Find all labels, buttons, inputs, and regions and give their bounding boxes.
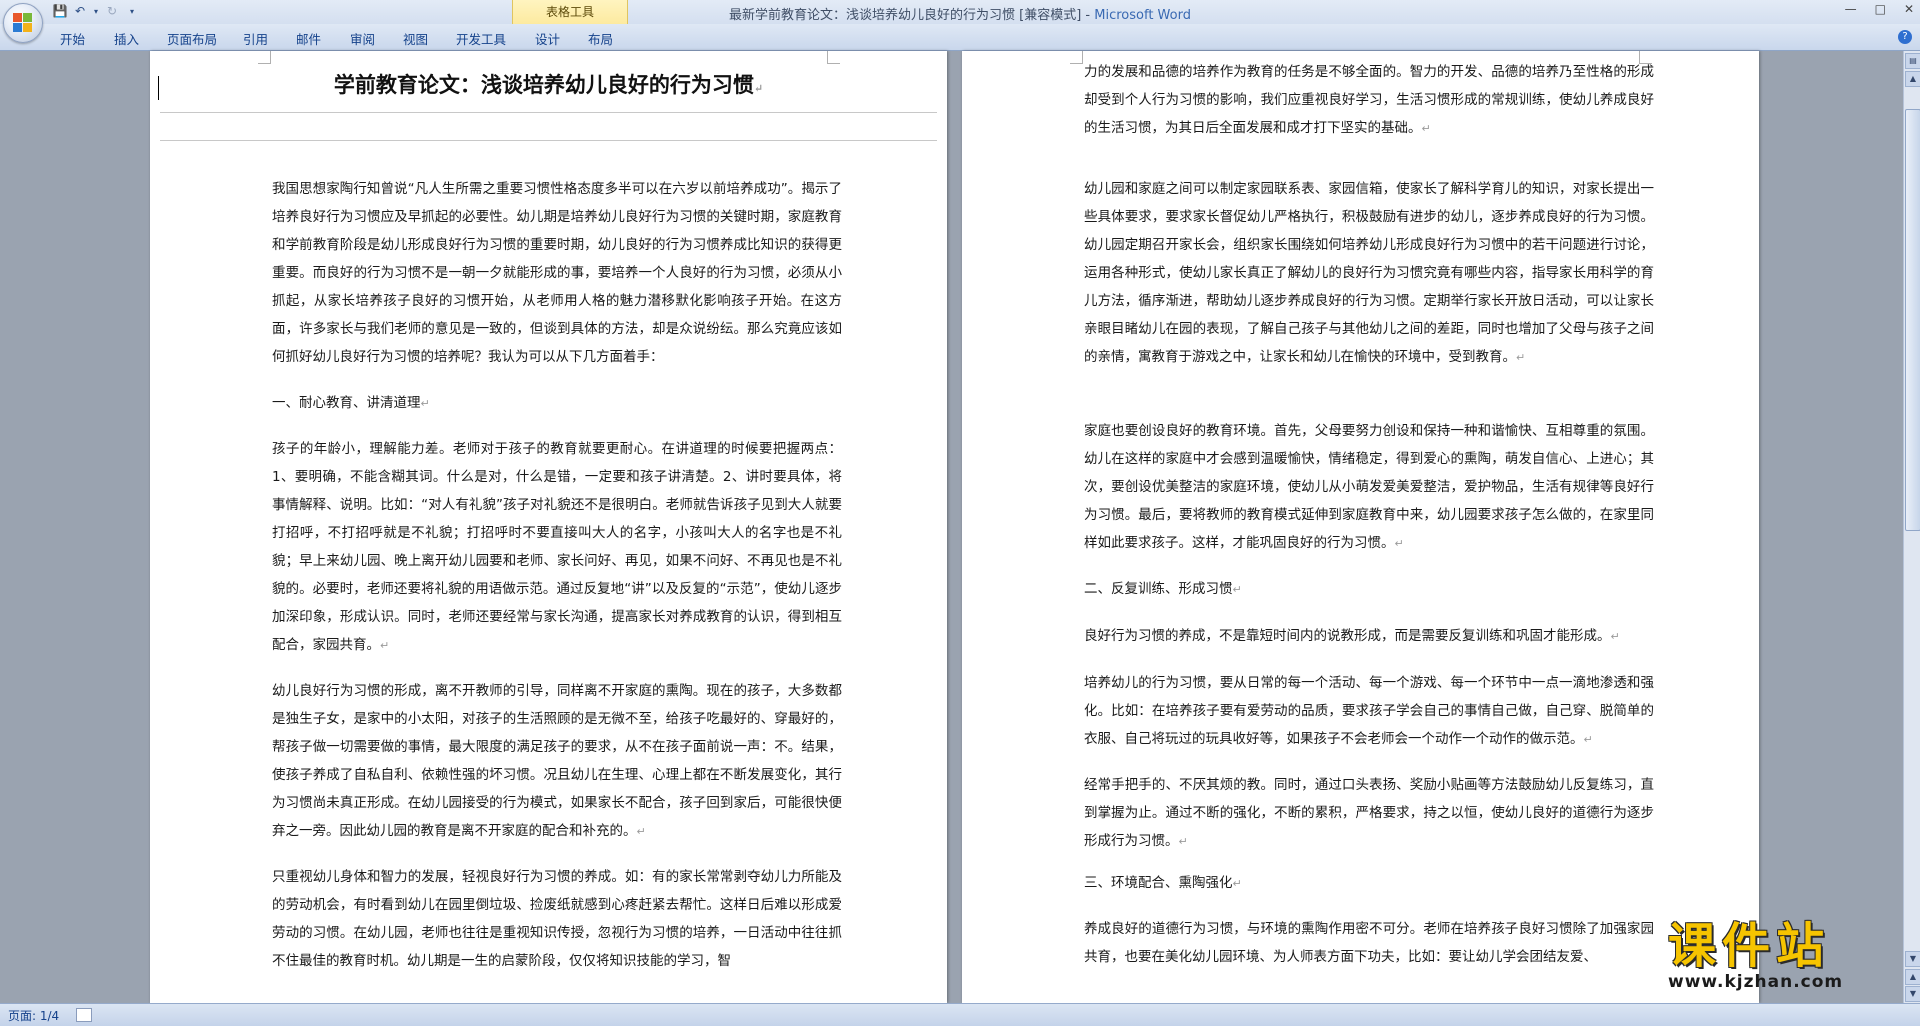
crop-mark	[258, 51, 271, 64]
paragraph-text: 力的发展和品德的培养作为教育的任务是不够全面的。智力的开发、品德的培养乃至性格的…	[1084, 64, 1654, 136]
close-icon[interactable]: ✕	[1904, 2, 1914, 16]
proofing-icon[interactable]	[76, 1008, 92, 1022]
ruler-toggle-icon[interactable]: ▤	[1905, 53, 1920, 69]
scrollbar-thumb[interactable]	[1905, 109, 1920, 531]
tab-review[interactable]: 审阅	[350, 29, 375, 48]
tab-mailings[interactable]: 邮件	[296, 29, 321, 48]
tab-home[interactable]: 开始	[60, 29, 85, 48]
customize-toolbar-icon[interactable]: ▾	[124, 3, 140, 19]
office-button[interactable]	[3, 3, 43, 43]
paragraph-text: 经常手把手的、不厌其烦的教。同时，通过口头表扬、奖励小贴画等方法鼓励幼儿反复练习…	[1084, 777, 1654, 849]
tab-page-layout[interactable]: 页面布局	[167, 29, 217, 48]
maximize-icon[interactable]: □	[1875, 2, 1886, 16]
tab-references[interactable]: 引用	[243, 29, 268, 48]
quick-access-toolbar: 💾 ↶ ▾ ↻ ▾	[52, 3, 140, 19]
paragraph: 只重视幼儿身体和智力的发展，轻视良好行为习惯的养成。如：有的家长常常剥夺幼儿力所…	[272, 863, 842, 975]
title-bar: 最新学前教育论文：浅谈培养幼儿良好的行为习惯 [兼容模式] - Microsof…	[0, 0, 1920, 24]
tab-developer[interactable]: 开发工具	[456, 29, 506, 48]
section-heading: 三、环境配合、熏陶强化↵	[1084, 875, 1242, 891]
ribbon-tabs: 开始 插入 页面布局 引用 邮件 审阅 视图 开发工具 设计 布局 ?	[0, 24, 1920, 51]
paragraph-text: 良好行为习惯的养成，不是靠短时间内的说教形成，而是需要反复训练和巩固才能形成。	[1084, 628, 1611, 644]
scroll-up-icon[interactable]: ▲	[1905, 71, 1920, 87]
undo-dropdown-icon[interactable]: ▾	[92, 3, 100, 19]
paragraph-text: 培养幼儿的行为习惯，要从日常的每一个活动、每一个游戏、每一个环节中一点一滴地渗透…	[1084, 675, 1654, 747]
paragraph-text: 只重视幼儿身体和智力的发展，轻视良好行为习惯的养成。如：有的家长常常剥夺幼儿力所…	[272, 869, 842, 969]
save-icon[interactable]: 💾	[52, 3, 68, 19]
help-icon[interactable]: ?	[1898, 30, 1912, 44]
crop-mark	[1070, 51, 1083, 64]
page-2[interactable]: 力的发展和品德的培养作为教育的任务是不够全面的。智力的开发、品德的培养乃至性格的…	[962, 51, 1759, 1003]
paragraph: 幼儿园和家庭之间可以制定家园联系表、家园信箱，使家长了解科学育儿的知识，对家长提…	[1084, 181, 1654, 365]
tab-view[interactable]: 视图	[403, 29, 428, 48]
paragraph: 我国思想家陶行知曾说“凡人生所需之重要习惯性格态度多半可以在六岁以前培养成功”。…	[272, 175, 842, 365]
window-controls: — □ ✕	[1845, 2, 1914, 16]
paragraph-text: 家庭也要创设良好的教育环境。首先，父母要努力创设和保持一种和谐愉快、互相尊重的氛…	[1084, 423, 1654, 551]
document-title: 最新学前教育论文：浅谈培养幼儿良好的行为习惯 [兼容模式] -	[729, 8, 1091, 23]
vertical-scrollbar[interactable]: ▤ ▲ ▼ ▲ ▼	[1903, 51, 1920, 1003]
paragraph: 家庭也要创设良好的教育环境。首先，父母要努力创设和保持一种和谐愉快、互相尊重的氛…	[1084, 423, 1654, 551]
page-1[interactable]: 学前教育论文：浅谈培养幼儿良好的行为习惯↵ 我国思想家陶行知曾说“凡人生所需之重…	[150, 51, 947, 1003]
page-1-body: 我国思想家陶行知曾说“凡人生所需之重要习惯性格态度多半可以在六岁以前培养成功”。…	[272, 51, 842, 1003]
table-tools-label: 表格工具	[545, 5, 594, 19]
paragraph-text: 孩子的年龄小，理解能力差。老师对于孩子的教育就要更耐心。在讲道理的时候要把握两点…	[272, 441, 842, 653]
paragraph: 培养幼儿的行为习惯，要从日常的每一个活动、每一个游戏、每一个环节中一点一滴地渗透…	[1084, 675, 1654, 747]
paragraph-text: 幼儿良好行为习惯的形成，离不开教师的引导，同样离不开家庭的熏陶。现在的孩子，大多…	[272, 683, 842, 839]
section-heading: 二、反复训练、形成习惯↵	[1084, 581, 1242, 597]
tab-design[interactable]: 设计	[535, 29, 560, 48]
watermark-text: 课件站	[1668, 918, 1831, 974]
section-heading: 一、耐心教育、讲清道理↵	[272, 395, 430, 411]
watermark-url: www.kjzhan.com	[1668, 972, 1844, 992]
redo-icon[interactable]: ↻	[104, 3, 120, 19]
paragraph: 力的发展和品德的培养作为教育的任务是不够全面的。智力的开发、品德的培养乃至性格的…	[1084, 64, 1654, 136]
paragraph-text: 我国思想家陶行知曾说“凡人生所需之重要习惯性格态度多半可以在六岁以前培养成功”。…	[272, 181, 842, 365]
minimize-icon[interactable]: —	[1845, 2, 1857, 16]
section-heading-text: 三、环境配合、熏陶强化	[1084, 875, 1233, 891]
paragraph: 良好行为习惯的养成，不是靠短时间内的说教形成，而是需要反复训练和巩固才能形成。↵	[1084, 628, 1620, 644]
paragraph: 经常手把手的、不厌其烦的教。同时，通过口头表扬、奖励小贴画等方法鼓励幼儿反复练习…	[1084, 777, 1654, 849]
app-name: Microsoft Word	[1094, 8, 1191, 23]
window-title: 最新学前教育论文：浅谈培养幼儿良好的行为习惯 [兼容模式] - Microsof…	[0, 4, 1920, 23]
page-count[interactable]: 页面: 1/4	[8, 1007, 59, 1024]
paragraph: 养成良好的道德行为习惯，与环境的熏陶作用密不可分。老师在培养孩子良好习惯除了加强…	[1084, 915, 1654, 971]
paragraph-text: 幼儿园和家庭之间可以制定家园联系表、家园信箱，使家长了解科学育儿的知识，对家长提…	[1084, 181, 1654, 365]
paragraph: 孩子的年龄小，理解能力差。老师对于孩子的教育就要更耐心。在讲道理的时候要把握两点…	[272, 441, 842, 653]
tab-layout[interactable]: 布局	[588, 29, 613, 48]
page-2-body: 力的发展和品德的培养作为教育的任务是不够全面的。智力的开发、品德的培养乃至性格的…	[1084, 51, 1654, 1003]
section-heading-text: 一、耐心教育、讲清道理	[272, 395, 421, 411]
watermark-logo: 课件站 www.kjzhan.com	[1668, 920, 1908, 992]
office-logo-icon	[13, 13, 33, 33]
section-heading-text: 二、反复训练、形成习惯	[1084, 581, 1233, 597]
status-bar: 页面: 1/4	[0, 1003, 1920, 1026]
undo-icon[interactable]: ↶	[72, 3, 88, 19]
paragraph-text: 养成良好的道德行为习惯，与环境的熏陶作用密不可分。老师在培养孩子良好习惯除了加强…	[1084, 921, 1654, 965]
tab-insert[interactable]: 插入	[114, 29, 139, 48]
paragraph: 幼儿良好行为习惯的形成，离不开教师的引导，同样离不开家庭的熏陶。现在的孩子，大多…	[272, 683, 842, 839]
